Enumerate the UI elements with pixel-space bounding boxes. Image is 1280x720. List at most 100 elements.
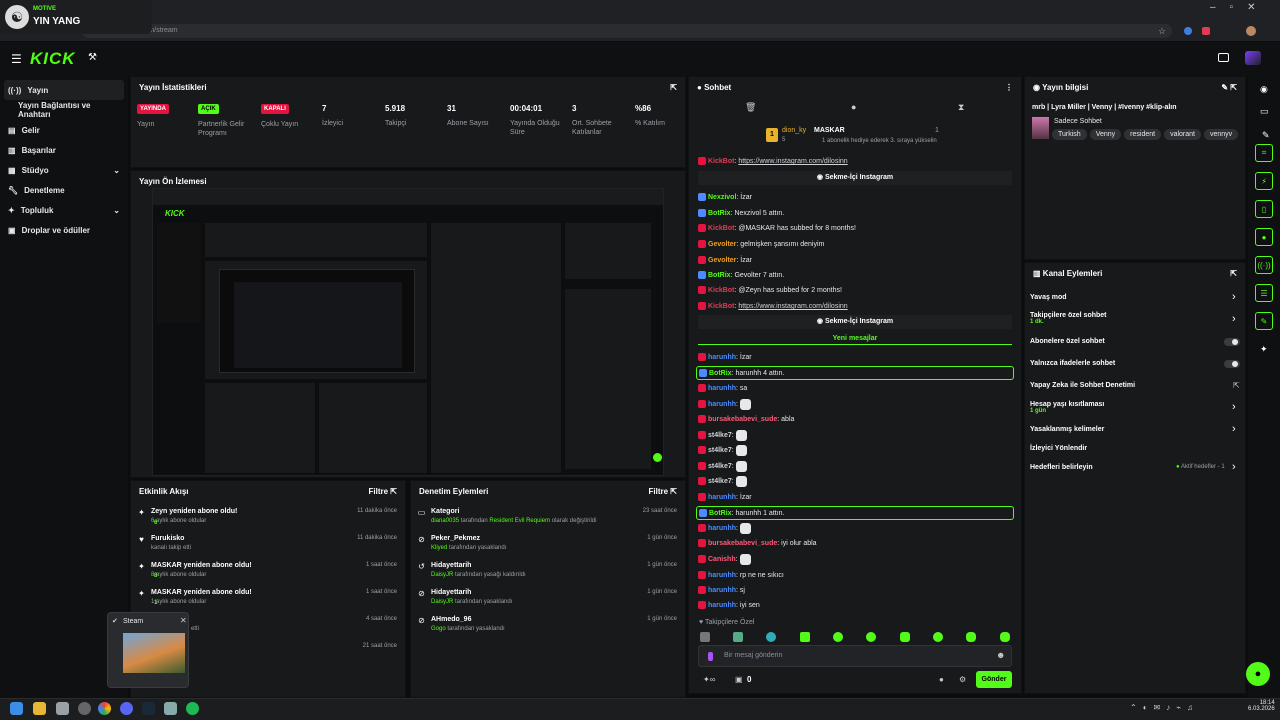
sidebar-item-yayin[interactable]: ((·)) Yayın — [4, 80, 124, 100]
chevron-right-icon[interactable]: › — [1232, 423, 1236, 435]
window-controls[interactable]: –▫✕ — [1210, 2, 1270, 13]
popout-icon[interactable]: ⇱ — [670, 487, 677, 496]
sidebar-item-gelir[interactable]: ▤ Gelir — [0, 120, 128, 140]
tag[interactable]: vennyv — [1203, 129, 1239, 140]
action-emotes-only[interactable]: Yalnızca ifadelerle sohbet — [1030, 360, 1115, 367]
sidebar-item-basarilar[interactable]: ▥ Başarılar — [0, 140, 128, 160]
chat-username[interactable]: harunhh — [708, 494, 736, 501]
emote-icon[interactable] — [766, 632, 776, 642]
chat-username[interactable]: harunhh — [708, 354, 736, 361]
chat-message[interactable]: harunhh: rp ne ne sıkıcı — [698, 569, 784, 583]
emote-icon[interactable] — [900, 632, 910, 642]
action-subscribers-only[interactable]: Abonelere özel sohbet — [1030, 338, 1105, 345]
rail-wrench-icon[interactable]: ✎ — [1255, 312, 1273, 330]
layout-icon[interactable] — [1218, 53, 1229, 62]
filter-button[interactable]: Filtre — [369, 487, 389, 496]
chat-message[interactable]: harunhh: iyi sen — [698, 599, 760, 613]
rail-scan-icon[interactable]: ⌗ — [1255, 144, 1273, 162]
chat-username[interactable]: Nexzivol — [708, 194, 736, 201]
chat-message[interactable]: harunhh: — [698, 522, 751, 536]
chat-message[interactable]: KickBot: @Zeyn has subbed for 2 months! — [698, 284, 842, 298]
action-followers-only[interactable]: Takipçilere özel sohbet 1 dk. — [1030, 312, 1107, 325]
spotify-icon[interactable] — [186, 702, 199, 715]
chat-message[interactable]: BotRix: harunhh 1 attın. — [696, 506, 1014, 520]
action-account-age[interactable]: Hesap yaşı kısıtlaması 1 gün — [1030, 401, 1104, 414]
rail-chat-icon[interactable]: ● — [1255, 228, 1273, 246]
chevron-right-icon[interactable]: › — [1232, 461, 1236, 473]
action-ai-moderation[interactable]: Yapay Zeka ile Sohbet Denetimi — [1030, 382, 1135, 389]
chat-username[interactable]: BotRix — [708, 210, 731, 217]
moderation-row[interactable]: ↺ Hidayettarih DaisyJR tarafından yasağı k… — [411, 559, 685, 585]
activity-row[interactable]: ✦ Zeyn yeniden abone oldu! 6 aylık abone o… — [131, 505, 405, 531]
file-explorer-icon[interactable] — [33, 702, 46, 715]
pinned-name[interactable]: MASKAR — [814, 127, 845, 134]
tag[interactable]: resident — [1124, 129, 1162, 140]
chevron-right-icon[interactable]: › — [1232, 401, 1236, 413]
popout-icon[interactable]: ⇱ — [1230, 269, 1237, 278]
chat-username[interactable]: st4lke7 — [708, 432, 732, 439]
moderation-row[interactable]: ▭ Kategori diana0035 tarafından Resident E… — [411, 505, 685, 531]
chat-username[interactable]: Gevolter — [708, 257, 736, 264]
chat-message[interactable]: harunhh: İzar — [698, 351, 752, 365]
filter-button[interactable]: Filtre — [649, 487, 669, 496]
chat-username[interactable]: harunhh — [708, 602, 736, 609]
send-button[interactable]: Gönder — [976, 671, 1012, 688]
chat-username[interactable]: st4lke7 — [708, 447, 732, 454]
popout-icon[interactable]: ⇱ — [1230, 83, 1237, 92]
chat-username[interactable]: KickBot — [708, 287, 734, 294]
settings-group-icon[interactable]: ✦∞ — [703, 675, 715, 684]
rail-icon[interactable]: ▭ — [1260, 106, 1269, 117]
rail-doc-icon[interactable]: ▯ — [1255, 200, 1273, 218]
chat-input[interactable]: Bir mesaj gönderin ☻ — [698, 645, 1012, 667]
chat-username[interactable]: st4lke7 — [708, 478, 732, 485]
trash-icon[interactable]: 🗑︎ — [745, 102, 756, 113]
tag[interactable]: valorant — [1164, 129, 1201, 140]
chat-message[interactable]: BotRix: Gevolter 7 attın. — [698, 269, 784, 283]
rail-broadcast-icon[interactable]: ((·)) — [1255, 256, 1273, 274]
chat-username[interactable]: Gevolter — [708, 241, 736, 248]
emote-icon[interactable] — [1000, 632, 1010, 642]
kick-logo[interactable]: KICK — [30, 49, 76, 69]
chat-username[interactable]: harunhh — [708, 572, 736, 579]
rail-list-icon[interactable]: ☰ — [1255, 284, 1273, 302]
edit-icon[interactable]: ✎ — [1262, 130, 1270, 141]
moderation-row[interactable]: ⊘ AHmedo_96 Gogo tarafından yasaklandı 1 gü… — [411, 613, 685, 639]
rail-icon[interactable]: ◉ — [1260, 84, 1268, 95]
close-icon[interactable]: ✕ — [180, 616, 187, 625]
activity-row[interactable]: ✦ MASKAR yeniden abone oldu! 8 aylık abone… — [131, 559, 405, 585]
moderation-row[interactable]: ⊘ Peker_Pekmez Kliyed tarafından yasakland… — [411, 532, 685, 558]
chat-message[interactable]: bursakebabevi_sude: abla — [698, 413, 794, 427]
chat-username[interactable]: KickBot — [708, 225, 734, 232]
rail-bolt-icon[interactable]: ⚡︎ — [1255, 172, 1273, 190]
steam-popup[interactable]: ✔ Steam ✕ — [107, 612, 189, 688]
chat-message[interactable]: harunhh: sa — [698, 382, 747, 396]
chat-username[interactable]: KickBot — [708, 158, 734, 165]
activity-row[interactable]: ♥ Furukisko kanalı takip etti 11 dakika önc… — [131, 532, 405, 558]
chevron-right-icon[interactable]: › — [1232, 291, 1236, 303]
chat-message[interactable]: BotRix: Nexzivol 5 attın. — [698, 207, 784, 221]
chat-username[interactable]: bursakebabevi_sude — [708, 416, 777, 423]
profile-avatar[interactable] — [1246, 26, 1256, 36]
popout-icon[interactable]: ⇱ — [670, 83, 677, 92]
chat-message[interactable]: bursakebabevi_sude: iyi olur abla — [698, 537, 817, 551]
rail-more-icon[interactable]: ✦ — [1260, 344, 1268, 355]
chat-username[interactable]: KickBot — [708, 303, 734, 310]
action-banned-words[interactable]: Yasaklanmış kelimeler — [1030, 426, 1104, 433]
tag[interactable]: Venny — [1089, 129, 1122, 140]
emote-icon[interactable] — [833, 632, 843, 642]
chat-message[interactable]: st4lke7: — [698, 460, 747, 474]
chat-message[interactable]: harunhh: — [698, 398, 751, 412]
chat-message[interactable]: KickBot: @MASKAR has subbed for 8 months… — [698, 222, 856, 236]
chat-text[interactable]: https://www.instagram.com/dilosinn — [738, 303, 847, 310]
clock[interactable]: 18:14 6.03.2026 — [1248, 700, 1275, 712]
hourglass-icon[interactable]: ⧗ — [958, 102, 964, 113]
address-bar[interactable]: dashboard.kick.com/stream — [82, 24, 1172, 38]
activity-row[interactable]: ✦ MASKAR yeniden abone oldu! 1 aylık abone… — [131, 586, 405, 612]
menu-icon[interactable]: ☰ — [11, 52, 22, 66]
emotes-only-toggle[interactable] — [1224, 360, 1240, 368]
chat-message[interactable]: harunhh: İzar — [698, 491, 752, 505]
tag[interactable]: Turkish — [1052, 129, 1087, 140]
chat-message[interactable]: st4lke7: — [698, 444, 747, 458]
chat-message[interactable]: BotRix: harunhh 4 attın. — [696, 366, 1014, 380]
chat-username[interactable]: BotRix — [708, 272, 731, 279]
